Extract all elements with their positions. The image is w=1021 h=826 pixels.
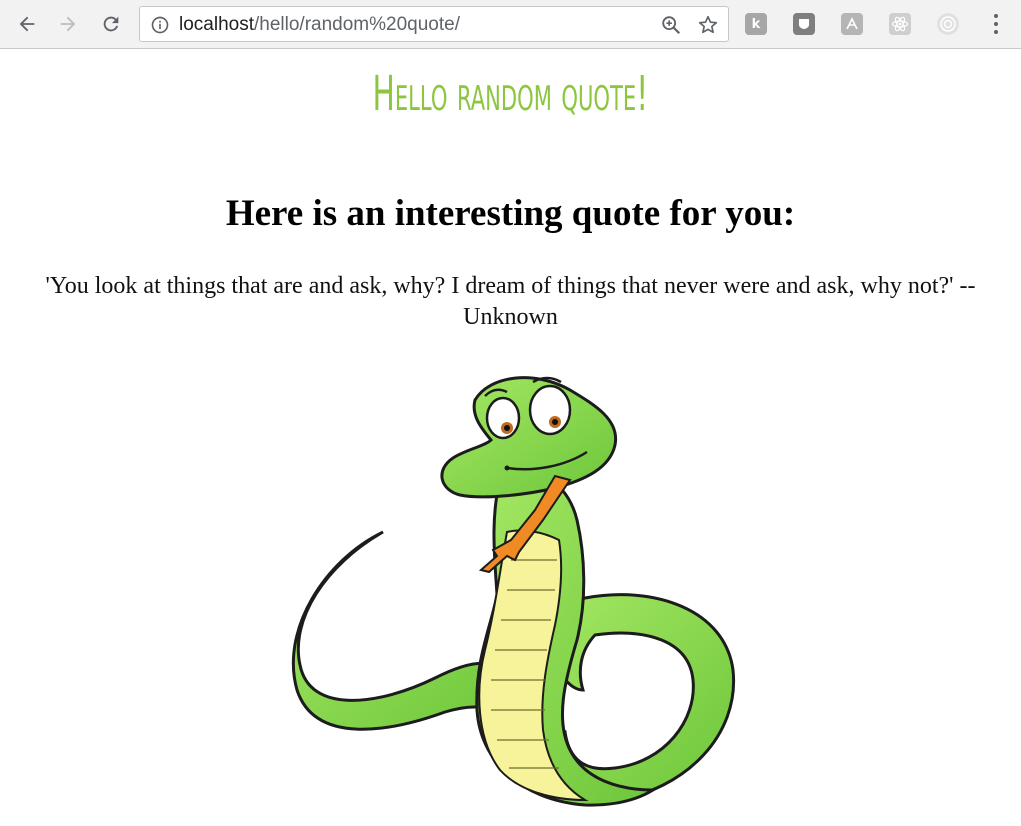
url-host: localhost: [179, 14, 254, 35]
acrobat-extension-icon[interactable]: [841, 13, 863, 35]
zoom-in-icon[interactable]: [660, 14, 682, 36]
quote-text: 'You look at things that are and ask, wh…: [45, 273, 976, 330]
k-extension-icon[interactable]: k: [745, 13, 767, 35]
page-title: Hello random quote!: [372, 66, 649, 122]
shield-extension-icon[interactable]: [793, 13, 815, 35]
more-vert-icon[interactable]: [985, 12, 1007, 36]
arrow-left-icon: [19, 16, 35, 32]
star-icon[interactable]: [697, 14, 719, 36]
url-text[interactable]: localhost/hello/random%20quote/: [179, 14, 460, 36]
forward-button[interactable]: [53, 9, 83, 39]
back-button[interactable]: [12, 9, 42, 39]
reload-button[interactable]: [96, 9, 126, 39]
cartoon-snake-image: [291, 376, 736, 807]
quote-heading: Here is an interesting quote for you:: [225, 193, 796, 234]
target-extension-icon[interactable]: [937, 13, 959, 35]
react-extension-icon[interactable]: [889, 13, 911, 35]
reload-icon: [103, 16, 119, 32]
browser-toolbar: localhost/hello/random%20quote/ k: [0, 0, 1021, 49]
arrow-right-icon: [60, 16, 76, 32]
info-icon[interactable]: [150, 15, 170, 35]
address-bar[interactable]: localhost/hello/random%20quote/: [139, 6, 729, 42]
url-path: /hello/random%20quote/: [254, 14, 460, 35]
